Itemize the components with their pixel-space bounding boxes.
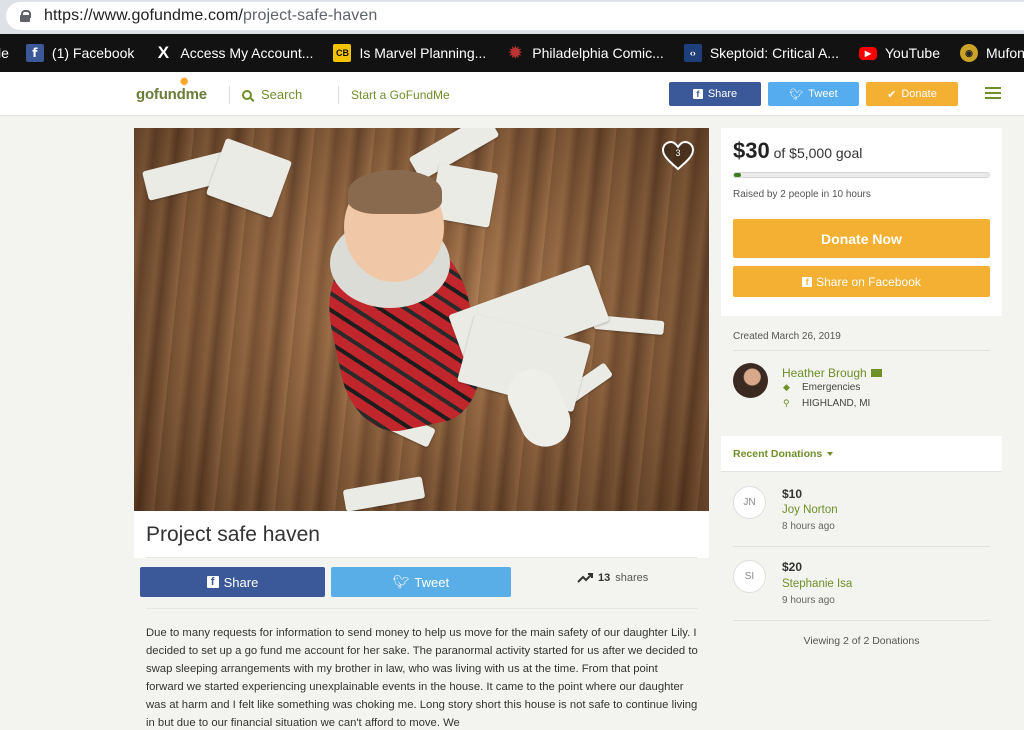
youtube-icon: ▶	[858, 46, 877, 60]
browser-address-bar: https://www.gofundme.com/project-safe-ha…	[0, 0, 1024, 34]
facebook-share-button[interactable]: f Share	[140, 567, 325, 597]
divider	[733, 620, 990, 621]
search-icon	[242, 89, 252, 100]
title-area: Project safe haven	[134, 511, 709, 558]
url-field[interactable]: https://www.gofundme.com/project-safe-ha…	[6, 2, 1024, 30]
organizer-avatar[interactable]	[733, 363, 768, 398]
site-header: ✺ gofundme Search Start a GoFundMe f Share…	[0, 72, 1024, 116]
donor-name: Joy Norton	[782, 504, 838, 516]
gear-icon: ✹	[508, 45, 522, 62]
tweet-button[interactable]: 🐦︎ Tweet	[331, 567, 511, 597]
organizer-category[interactable]: ◆ Emergencies	[783, 382, 860, 393]
progress-bar	[733, 172, 990, 178]
heart-button[interactable]: 3	[661, 140, 695, 171]
recent-donations-label[interactable]: Recent Donations	[733, 448, 834, 460]
facebook-icon: f	[692, 89, 703, 99]
facebook-icon: f	[206, 576, 219, 588]
donor-name: Stephanie Isa	[782, 578, 853, 590]
cb-icon: CB	[333, 44, 352, 62]
facebook-icon: f	[25, 44, 44, 62]
donate-now-button[interactable]: Donate Now	[733, 219, 990, 258]
check-icon: ✔	[887, 88, 897, 101]
divider	[146, 557, 697, 558]
campaign-story: Due to many requests for information to …	[146, 627, 698, 729]
campaign-photo	[134, 128, 709, 511]
sun-icon: ✺	[180, 77, 189, 88]
bookmark-marvel[interactable]: CB Is Marvel Planning...	[333, 44, 486, 62]
lock-icon	[20, 10, 31, 22]
divider	[733, 546, 990, 547]
hamburger-menu-icon[interactable]	[985, 87, 1001, 100]
viewing-donations-text[interactable]: Viewing 2 of 2 Donations	[721, 635, 1002, 647]
heart-count: 3	[675, 148, 681, 158]
twitter-icon: 🐦︎	[789, 88, 804, 101]
nav-divider	[229, 86, 230, 104]
header-donate-button[interactable]: ✔ Donate	[866, 82, 958, 106]
raised-by-text: Raised by 2 people in 10 hours	[733, 189, 871, 200]
share-on-facebook-button[interactable]: f Share on Facebook	[733, 266, 990, 297]
donation-amount: $20	[782, 560, 803, 574]
caret-down-icon	[827, 452, 834, 457]
twitter-icon: 🐦︎	[392, 574, 410, 589]
location-pin-icon: ⚲	[783, 398, 790, 408]
campaign-title: Project safe haven	[146, 523, 320, 546]
bookmark-skeptoid[interactable]: ‹› Skeptoid: Critical A...	[683, 44, 839, 62]
bookmark-access-account[interactable]: X Access My Account...	[154, 43, 314, 62]
url-text[interactable]: https://www.gofundme.com/project-safe-ha…	[44, 7, 377, 25]
donation-amount: $10	[782, 487, 803, 501]
donation-time: 9 hours ago	[782, 595, 835, 606]
facebook-icon: f	[802, 276, 813, 287]
x-icon: X	[157, 43, 170, 62]
organizer-location: ⚲ HIGHLAND, MI	[783, 398, 871, 409]
shares-count: 13 shares	[577, 572, 648, 584]
gofundme-logo[interactable]: ✺ gofundme	[136, 77, 207, 103]
bookmark-mufon[interactable]: ◉ Mufon	[960, 44, 1024, 62]
divider	[146, 608, 698, 609]
header-share-button[interactable]: f Share	[669, 82, 761, 106]
donor-avatar: JN	[733, 486, 766, 519]
nav-divider	[338, 86, 339, 104]
search-link[interactable]: Search	[242, 87, 302, 102]
tag-icon: ◆	[783, 382, 790, 392]
divider	[733, 350, 990, 351]
organizer-name[interactable]: Heather Brough	[782, 366, 882, 380]
progress-fill	[734, 173, 741, 177]
donor-avatar: SI	[733, 560, 766, 593]
bookmarks-bar: le f(1) Facebook XAccess My Account... C…	[0, 34, 1024, 72]
start-gofundme-link[interactable]: Start a GoFundMe	[351, 88, 450, 102]
header-tweet-button[interactable]: 🐦︎ Tweet	[768, 82, 859, 106]
trending-icon	[577, 573, 593, 583]
bookmark-partial[interactable]: le	[0, 45, 9, 61]
mufon-icon: ◉	[960, 44, 978, 62]
bookmark-facebook[interactable]: f (1) Facebook	[25, 44, 134, 62]
skeptoid-icon: ‹›	[683, 44, 702, 62]
bookmark-youtube[interactable]: ▶ YouTube	[858, 45, 940, 61]
recent-donations-header[interactable]: Recent Donations	[721, 436, 1002, 472]
bookmark-philadelphia-comic[interactable]: ✹ Philadelphia Comic...	[506, 44, 664, 62]
amount-raised: $30 of $5,000 goal	[733, 138, 863, 163]
campaign-card: Project safe haven	[134, 128, 709, 558]
donation-time: 8 hours ago	[782, 521, 835, 532]
donation-summary: $30 of $5,000 goal Raised by 2 people in…	[721, 128, 1002, 316]
envelope-icon[interactable]	[870, 369, 882, 377]
created-date: Created March 26, 2019	[733, 331, 841, 342]
